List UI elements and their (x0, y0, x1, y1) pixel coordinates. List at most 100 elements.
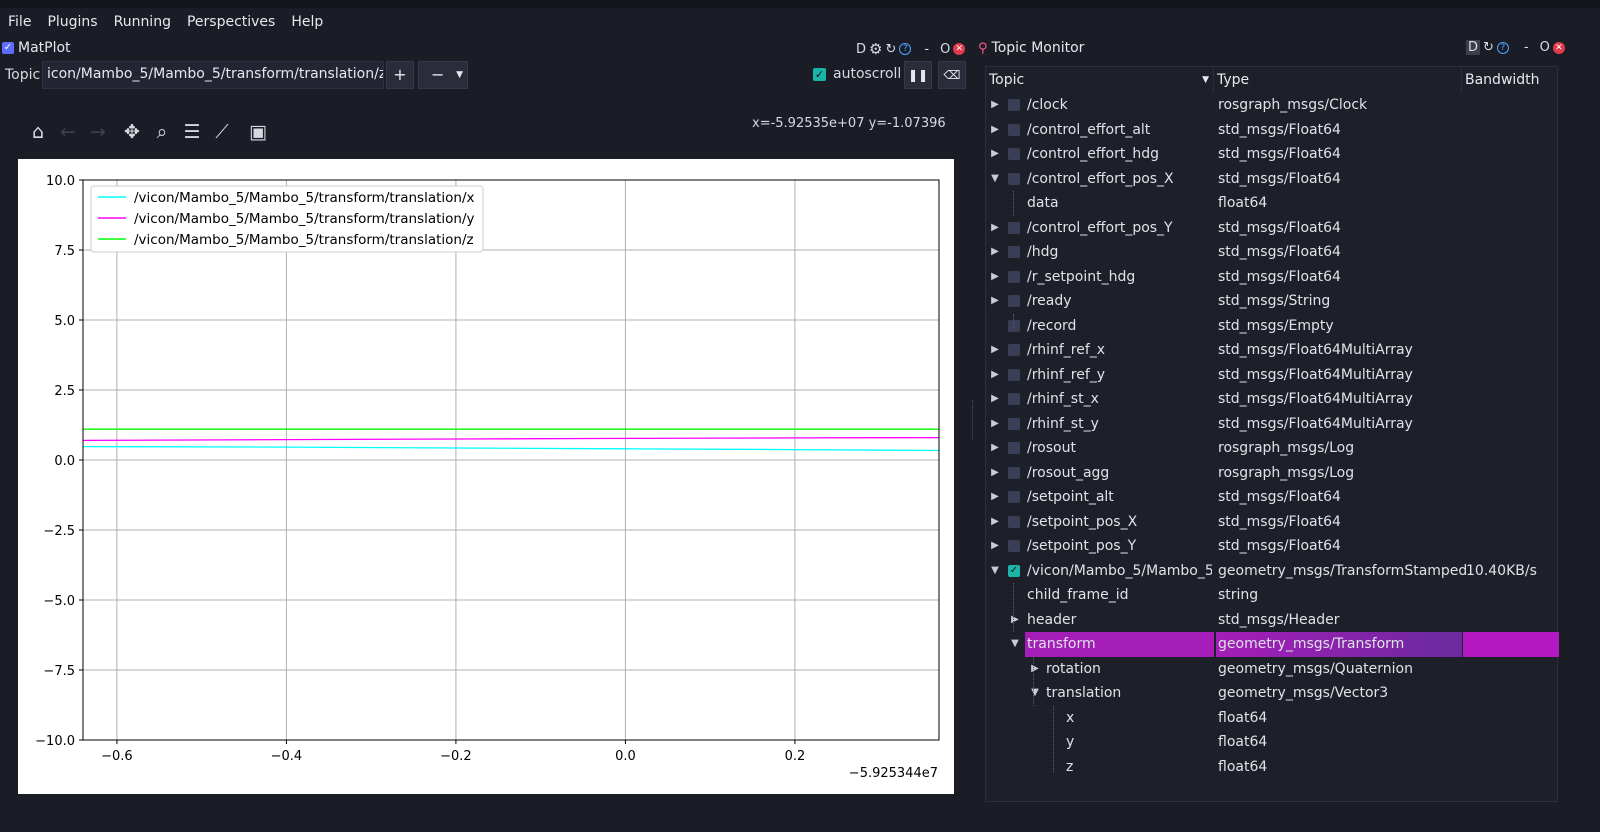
topic-row[interactable]: ▶ /setpoint_pos_Y std_msgs/Float64 (986, 534, 1559, 559)
reload-icon[interactable]: ↻ (885, 42, 896, 57)
subplots-icon[interactable]: ☰ (177, 117, 207, 147)
topic-row[interactable]: ▶ /rhinf_ref_y std_msgs/Float64MultiArray (986, 363, 1559, 388)
topic-checkbox[interactable] (1008, 246, 1020, 258)
topic-row[interactable]: ▼ ✓ /vicon/Mambo_5/Mambo_5 geometry_msgs/Tr… (986, 559, 1559, 584)
topic-row[interactable]: ▶ /clock rosgraph_msgs/Clock (986, 93, 1559, 118)
topic-checkbox[interactable] (1008, 319, 1020, 332)
topic-row[interactable]: ▶ /rhinf_st_y std_msgs/Float64MultiArray (986, 412, 1559, 437)
splitter-handle[interactable] (972, 400, 976, 440)
plot-canvas[interactable]: 10.0 7.5 5.0 2.5 0.0 −2.5 −5.0 −7.5 −10.0 −0.6 −0… (18, 159, 954, 794)
topic-checkbox[interactable] (1008, 295, 1020, 307)
menu-file[interactable]: File (0, 14, 39, 30)
topic-row[interactable]: ▶ /setpoint_pos_X std_msgs/Float64 (986, 510, 1559, 535)
expand-right-icon[interactable]: ▶ (989, 216, 1001, 241)
zoom-icon[interactable]: ⌕ (147, 117, 177, 147)
pan-icon[interactable]: ✥ (117, 117, 147, 147)
add-topic-button[interactable]: + (386, 61, 414, 89)
close-icon[interactable]: ✕ (953, 43, 966, 55)
expand-right-icon[interactable]: ▶ (989, 265, 1001, 290)
dock-d-button[interactable]: D (856, 42, 866, 57)
topic-checkbox[interactable] (1008, 491, 1020, 503)
float-button[interactable]: O (940, 42, 950, 57)
menu-perspectives[interactable]: Perspectives (179, 14, 283, 30)
expand-down-icon[interactable]: ▼ (989, 167, 1001, 192)
column-header-type[interactable]: Type (1214, 67, 1462, 93)
dock-d-button[interactable]: D (1466, 40, 1481, 55)
topic-row[interactable]: ▶ /control_effort_pos_Y std_msgs/Float64 (986, 216, 1559, 241)
minimize-button[interactable]: - (1524, 40, 1529, 55)
topic-checkbox[interactable] (1008, 393, 1020, 405)
minimize-button[interactable]: - (924, 42, 929, 57)
autoscroll-toggle[interactable]: ✓ autoscroll (813, 66, 901, 82)
menu-plugins[interactable]: Plugins (39, 14, 105, 30)
topic-row[interactable]: ▶ /control_effort_hdg std_msgs/Float64 (986, 142, 1559, 167)
expand-right-icon[interactable]: ▶ (989, 118, 1001, 143)
topic-row[interactable]: ▶ /rhinf_st_x std_msgs/Float64MultiArray (986, 387, 1559, 412)
topic-row[interactable]: ▶ /control_effort_alt std_msgs/Float64 (986, 118, 1559, 143)
topic-tree[interactable]: Topic ▼ Type Bandwidth ▶ /clock rosgraph_m… (985, 66, 1559, 802)
line-chart[interactable]: 10.07.55.02.50.0−2.5−5.0−7.5−10.0 −0.6 −0… (18, 159, 954, 794)
forward-arrow-icon[interactable]: → (83, 117, 113, 147)
expand-right-icon[interactable]: ▶ (989, 93, 1001, 118)
topic-checkbox[interactable] (1008, 442, 1020, 454)
expand-right-icon[interactable]: ▶ (989, 534, 1001, 559)
gear-icon[interactable]: ⚙ (869, 40, 882, 58)
topic-checkbox[interactable] (1008, 148, 1020, 160)
topic-checkbox[interactable] (1008, 123, 1020, 136)
expand-right-icon[interactable]: ▶ (989, 436, 1001, 461)
topic-row[interactable]: ▶ rotation geometry_msgs/Quaternion (986, 657, 1559, 682)
expand-right-icon[interactable]: ▶ (989, 142, 1001, 167)
topic-row[interactable]: /record std_msgs/Empty (986, 314, 1559, 339)
expand-right-icon[interactable]: ▶ (989, 485, 1001, 510)
help-icon[interactable]: ? (899, 43, 912, 55)
help-icon[interactable]: ? (1496, 41, 1509, 54)
topic-row[interactable]: ▶ /hdg std_msgs/Float64 (986, 240, 1559, 265)
topic-row[interactable]: x float64 (986, 706, 1559, 731)
topic-row[interactable]: child_frame_id string (986, 583, 1559, 608)
expand-right-icon[interactable]: ▶ (989, 510, 1001, 535)
topic-checkbox[interactable] (1008, 270, 1020, 283)
expand-right-icon[interactable]: ▶ (989, 387, 1001, 412)
topic-checkbox[interactable] (1008, 368, 1020, 381)
topic-row[interactable]: z float64 (986, 755, 1559, 780)
column-header-topic[interactable]: Topic ▼ (986, 67, 1214, 93)
topic-checkbox[interactable] (1008, 344, 1020, 356)
topic-checkbox[interactable] (1008, 172, 1020, 185)
expand-right-icon[interactable]: ▶ (989, 240, 1001, 265)
topic-checkbox[interactable] (1008, 417, 1020, 430)
topic-row[interactable]: y float64 (986, 730, 1559, 755)
topic-row[interactable]: data float64 (986, 191, 1559, 216)
expand-right-icon[interactable]: ▶ (989, 363, 1001, 388)
reload-icon[interactable]: ↻ (1483, 40, 1494, 55)
pause-button[interactable]: ❚❚ (904, 61, 932, 89)
axes-edit-icon[interactable]: ⟋ (207, 117, 237, 147)
topic-checkbox[interactable] (1008, 99, 1020, 111)
topic-row[interactable]: ▶ /rosout rosgraph_msgs/Log (986, 436, 1559, 461)
home-icon[interactable]: ⌂ (23, 117, 53, 147)
topic-row[interactable]: ▶ /rosout_agg rosgraph_msgs/Log (986, 461, 1559, 486)
topic-checkbox[interactable] (1008, 466, 1020, 479)
topic-row[interactable]: ▼ /control_effort_pos_X std_msgs/Float64 (986, 167, 1559, 192)
topic-row[interactable]: ▶ /r_setpoint_hdg std_msgs/Float64 (986, 265, 1559, 290)
expand-down-icon[interactable]: ▼ (1009, 632, 1021, 657)
expand-right-icon[interactable]: ▶ (1029, 657, 1041, 682)
topic-row[interactable]: ▶ /setpoint_alt std_msgs/Float64 (986, 485, 1559, 510)
expand-right-icon[interactable]: ▶ (989, 289, 1001, 314)
topic-checkbox[interactable] (1008, 540, 1020, 552)
expand-right-icon[interactable]: ▶ (989, 338, 1001, 363)
topic-input[interactable]: icon/Mambo_5/Mambo_5/transform/translati… (42, 61, 384, 89)
autoscroll-checkbox[interactable]: ✓ (813, 67, 826, 81)
topic-checkbox[interactable] (1008, 221, 1020, 234)
menu-help[interactable]: Help (283, 14, 331, 30)
expand-right-icon[interactable]: ▶ (989, 412, 1001, 437)
topic-row[interactable]: ▼ transform geometry_msgs/Transform (986, 632, 1559, 657)
topic-checkbox[interactable]: ✓ (1008, 564, 1020, 577)
close-icon[interactable]: ✕ (1552, 41, 1565, 54)
menu-running[interactable]: Running (106, 14, 179, 30)
topic-row[interactable]: ▶ /rhinf_ref_x std_msgs/Float64MultiArray (986, 338, 1559, 363)
topic-row[interactable]: ▼ translation geometry_msgs/Vector3 (986, 681, 1559, 706)
expand-right-icon[interactable]: ▶ (989, 461, 1001, 486)
expand-down-icon[interactable]: ▼ (989, 559, 1001, 584)
topic-checkbox[interactable] (1008, 515, 1020, 528)
save-icon[interactable]: ▣ (243, 117, 273, 147)
